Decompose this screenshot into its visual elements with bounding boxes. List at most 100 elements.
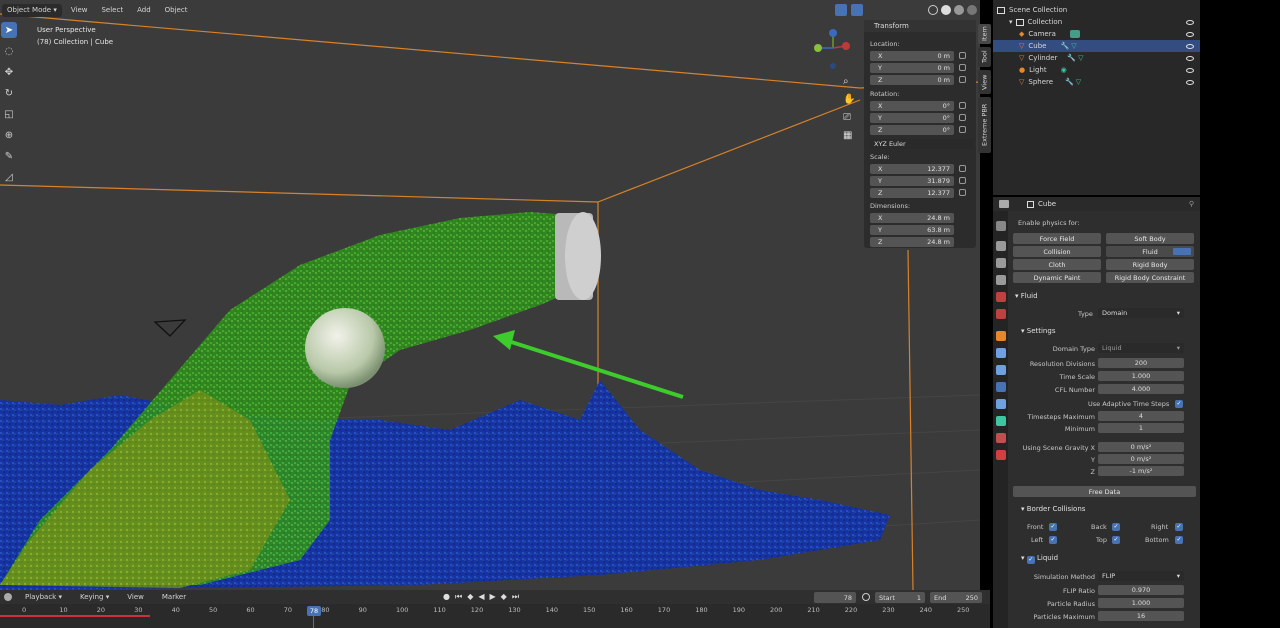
modifier-tab-icon[interactable] [996,348,1006,358]
fluid-type-dropdown[interactable]: Domain ▾ [1098,308,1184,318]
domain-type-dropdown[interactable]: Liquid ▾ [1098,343,1184,353]
lock-icon[interactable] [959,64,966,71]
dimensions-y-field[interactable]: Y 63.8 m [870,225,954,235]
rotate-tool-icon[interactable]: ↻ [1,85,17,101]
transform-tool-icon[interactable]: ⊕ [1,127,17,143]
scale-z-field[interactable]: Z 12.377 [870,188,954,198]
menu-view[interactable]: View [122,591,149,604]
visibility-eye-icon[interactable] [1186,31,1194,37]
annotate-tool-icon[interactable]: ✎ [1,148,17,164]
solid-shading-icon[interactable] [941,5,951,15]
gravity-y-field[interactable]: 0 m/s² [1098,454,1184,464]
fluid-panel-header[interactable]: ▾ Fluid [1015,292,1038,300]
object-tab-icon[interactable] [996,331,1006,341]
mode-dropdown[interactable]: Object Mode ▾ [2,3,62,17]
zoom-icon[interactable]: ⌕ [843,73,855,91]
menu-marker[interactable]: Marker [157,591,191,604]
scale-tool-icon[interactable]: ◱ [1,106,17,122]
menu-keying[interactable]: Keying ▾ [75,591,114,604]
lock-icon[interactable] [959,189,966,196]
settings-panel-header[interactable]: ▾ Settings [1021,327,1055,335]
gizmo-toggle-icon[interactable] [835,4,847,16]
outliner-item-cube[interactable]: ▽ Cube 🔧 ▽ [993,40,1200,52]
transform-header[interactable]: Transform [864,20,976,32]
end-frame-field[interactable]: End 250 [930,592,982,603]
border-left-checkbox[interactable]: ✓ [1049,536,1057,544]
playhead[interactable]: 78 [307,606,321,616]
scale-x-field[interactable]: X 12.377 [870,164,954,174]
visibility-eye-icon[interactable] [1186,43,1194,49]
collision-button[interactable]: Collision [1013,246,1101,257]
visibility-eye-icon[interactable] [1186,79,1194,85]
lock-icon[interactable] [959,126,966,133]
soft-body-button[interactable]: Soft Body [1106,233,1194,244]
rigid-body-constraint-button[interactable]: Rigid Body Constraint [1106,272,1194,283]
rotation-mode-dropdown[interactable]: XYZ Euler [870,139,974,149]
play-icon[interactable]: ▶ [490,592,496,602]
prev-keyframe-icon[interactable]: ◆ [467,592,473,602]
particles-max-field[interactable]: 16 [1098,611,1184,621]
tool-tab-icon[interactable] [996,221,1006,231]
rendered-shading-icon[interactable] [967,5,977,15]
menu-object[interactable]: Object [160,4,193,17]
particle-radius-field[interactable]: 1.000 [1098,598,1184,608]
editor-type-icon[interactable] [4,593,12,601]
properties-editor-icon[interactable] [999,200,1009,208]
constraints-tab-icon[interactable] [996,399,1006,409]
menu-add[interactable]: Add [132,4,156,17]
tab-tool[interactable]: Tool [978,47,991,67]
pin-icon[interactable]: ⚲ [1189,200,1194,208]
menu-view[interactable]: View [66,4,93,17]
wireframe-shading-icon[interactable] [928,5,938,15]
dimensions-z-field[interactable]: Z 24.8 m [870,237,954,247]
clock-icon[interactable] [862,593,870,601]
3d-viewport[interactable]: Object Mode ▾ View Select Add Object ➤ ◌… [0,0,980,590]
measure-tool-icon[interactable]: ◿ [1,169,17,185]
outliner-item-sphere[interactable]: ▽ Sphere 🔧 ▽ [993,76,1200,88]
cursor-tool-icon[interactable]: ◌ [1,43,17,59]
visibility-eye-icon[interactable] [1186,55,1194,61]
tab-extreme-pbr[interactable]: Extreme PBR [978,97,991,153]
scene-tab-icon[interactable] [996,292,1006,302]
location-x-field[interactable]: X0 m [870,51,954,61]
simulation-method-dropdown[interactable]: FLIP ▾ [1098,571,1184,581]
flip-ratio-field[interactable]: 0.970 [1098,585,1184,595]
menu-playback[interactable]: Playback ▾ [20,591,67,604]
play-reverse-icon[interactable]: ◀ [478,592,484,602]
dynamic-paint-button[interactable]: Dynamic Paint [1013,272,1101,283]
timesteps-min-field[interactable]: 1 [1098,423,1184,433]
menu-select[interactable]: Select [96,4,128,17]
border-right-checkbox[interactable]: ✓ [1175,523,1183,531]
jump-start-icon[interactable]: ⏮ [455,592,462,602]
navigation-gizmo[interactable] [808,26,858,76]
free-data-button[interactable]: Free Data [1013,486,1196,497]
outliner-scene-collection[interactable]: Scene Collection [993,4,1200,16]
lock-icon[interactable] [959,102,966,109]
record-icon[interactable]: ● [443,592,450,602]
liquid-enabled-checkbox[interactable]: ✓ [1026,556,1035,564]
gravity-z-field[interactable]: -1 m/s² [1098,466,1184,476]
rotation-x-field[interactable]: X 0° [870,101,954,111]
lock-icon[interactable] [959,114,966,121]
scale-y-field[interactable]: Y 31.879 [870,176,954,186]
force-field-button[interactable]: Force Field [1013,233,1101,244]
select-tool-icon[interactable]: ➤ [1,22,17,38]
rotation-y-field[interactable]: Y 0° [870,113,954,123]
lock-icon[interactable] [959,165,966,172]
lock-icon[interactable] [959,52,966,59]
overlay-toggle-icon[interactable] [851,4,863,16]
rigid-body-button[interactable]: Rigid Body [1106,259,1194,270]
perspective-grid-icon[interactable]: ▦ [843,127,855,145]
timesteps-max-field[interactable]: 4 [1098,411,1184,421]
tab-item[interactable]: Item [978,24,991,44]
visibility-eye-icon[interactable] [1186,19,1194,25]
rotation-z-field[interactable]: Z 0° [870,125,954,135]
material-tab-icon[interactable] [996,433,1006,443]
move-tool-icon[interactable]: ✥ [1,64,17,80]
current-frame-field[interactable]: 78 [814,592,856,603]
border-bottom-checkbox[interactable]: ✓ [1175,536,1183,544]
border-collisions-header[interactable]: ▾ Border Collisions [1021,505,1085,513]
liquid-panel-header[interactable]: ▾ ✓ Liquid [1021,554,1058,564]
cfl-number-field[interactable]: 4.000 [1098,384,1184,394]
start-frame-field[interactable]: Start 1 [875,592,925,603]
